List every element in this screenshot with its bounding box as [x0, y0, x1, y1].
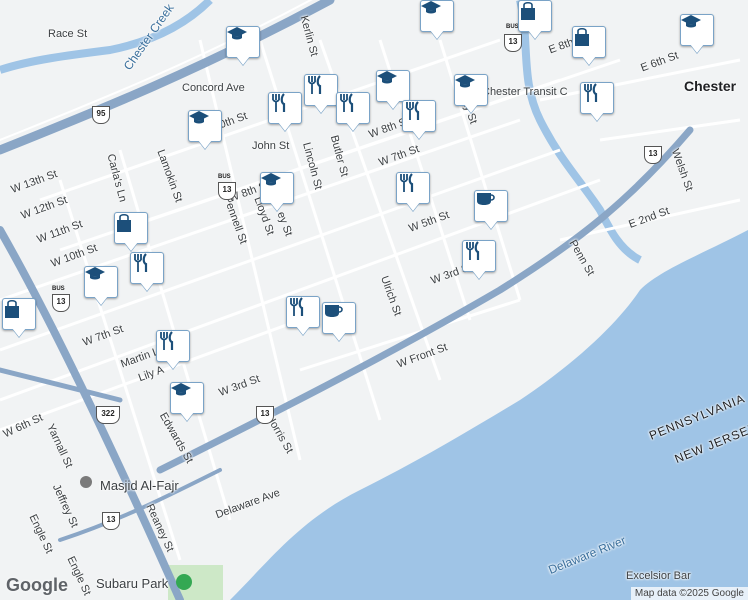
- school-marker[interactable]: [454, 74, 488, 114]
- fork-knife-icon: [400, 173, 414, 192]
- cafe-marker[interactable]: [474, 190, 508, 230]
- school-marker[interactable]: [84, 266, 118, 306]
- poi-label[interactable]: Chester Transit C: [482, 86, 568, 98]
- cafe-marker[interactable]: [322, 302, 356, 342]
- restaurant-marker[interactable]: [156, 330, 190, 370]
- map-canvas[interactable]: Race St Concord Ave W 10th St John St Ke…: [0, 0, 748, 600]
- coffee-cup-icon: [325, 305, 343, 317]
- stadium-icon: [176, 574, 192, 590]
- highway-shield-icon: 13: [102, 512, 120, 530]
- fork-knife-icon: [308, 75, 322, 94]
- fork-knife-icon: [290, 297, 304, 316]
- school-icon: [171, 383, 191, 396]
- school-icon: [189, 111, 209, 124]
- school-icon: [455, 75, 475, 88]
- street-label: Concord Ave: [182, 82, 245, 94]
- restaurant-marker[interactable]: [336, 92, 370, 132]
- school-icon: [85, 267, 105, 280]
- restaurant-marker[interactable]: [130, 252, 164, 292]
- school-icon: [227, 27, 247, 40]
- google-logo: Google: [6, 575, 68, 595]
- shop-marker[interactable]: [2, 298, 36, 338]
- fork-knife-icon: [340, 93, 354, 112]
- restaurant-marker[interactable]: [268, 92, 302, 132]
- school-icon: [261, 173, 281, 186]
- fork-knife-icon: [406, 101, 420, 120]
- shopping-bag-icon: [5, 299, 19, 318]
- bus-route-label: BUS: [218, 174, 231, 180]
- highway-shield-icon: 95: [92, 106, 110, 124]
- poi-label[interactable]: Excelsior Bar: [626, 570, 691, 582]
- shop-marker[interactable]: [114, 212, 148, 252]
- highway-shield-icon: 13: [256, 406, 274, 424]
- bus-route-label: BUS: [506, 24, 519, 30]
- shopping-bag-icon: [521, 1, 535, 20]
- restaurant-marker[interactable]: [396, 172, 430, 212]
- highway-shield-icon: 13: [52, 294, 70, 312]
- school-marker[interactable]: [188, 110, 222, 150]
- street-label: Race St: [48, 28, 88, 40]
- fork-knife-icon: [160, 331, 174, 350]
- city-label: Chester: [684, 78, 737, 94]
- school-icon: [377, 71, 397, 84]
- poi-label[interactable]: Subaru Park: [96, 576, 168, 591]
- school-marker[interactable]: [680, 14, 714, 54]
- school-marker[interactable]: [226, 26, 260, 66]
- restaurant-marker[interactable]: [402, 100, 436, 140]
- fork-knife-icon: [466, 241, 480, 260]
- restaurant-marker[interactable]: [286, 296, 320, 336]
- street-label: John St: [252, 140, 290, 152]
- school-marker[interactable]: [260, 172, 294, 212]
- school-marker[interactable]: [170, 382, 204, 422]
- highway-shield-icon: 322: [96, 406, 120, 424]
- coffee-cup-icon: [477, 193, 495, 205]
- bus-route-label: BUS: [52, 286, 65, 292]
- poi-pin-icon: [80, 476, 92, 488]
- map-attribution[interactable]: Map data ©2025 Google: [630, 587, 748, 600]
- school-icon: [681, 15, 701, 28]
- restaurant-marker[interactable]: [462, 240, 496, 280]
- fork-knife-icon: [584, 83, 598, 102]
- poi-label[interactable]: Masjid Al-Fajr: [100, 478, 179, 493]
- highway-shield-icon: 13: [218, 182, 236, 200]
- restaurant-marker[interactable]: [580, 82, 614, 122]
- school-icon: [421, 1, 441, 14]
- shopping-bag-icon: [117, 213, 131, 232]
- shopping-bag-icon: [575, 27, 589, 46]
- school-marker[interactable]: [420, 0, 454, 40]
- fork-knife-icon: [134, 253, 148, 272]
- restaurant-marker[interactable]: [304, 74, 338, 114]
- shop-marker[interactable]: [518, 0, 552, 40]
- fork-knife-icon: [272, 93, 286, 112]
- highway-shield-icon: 13: [644, 146, 662, 164]
- shop-marker[interactable]: [572, 26, 606, 66]
